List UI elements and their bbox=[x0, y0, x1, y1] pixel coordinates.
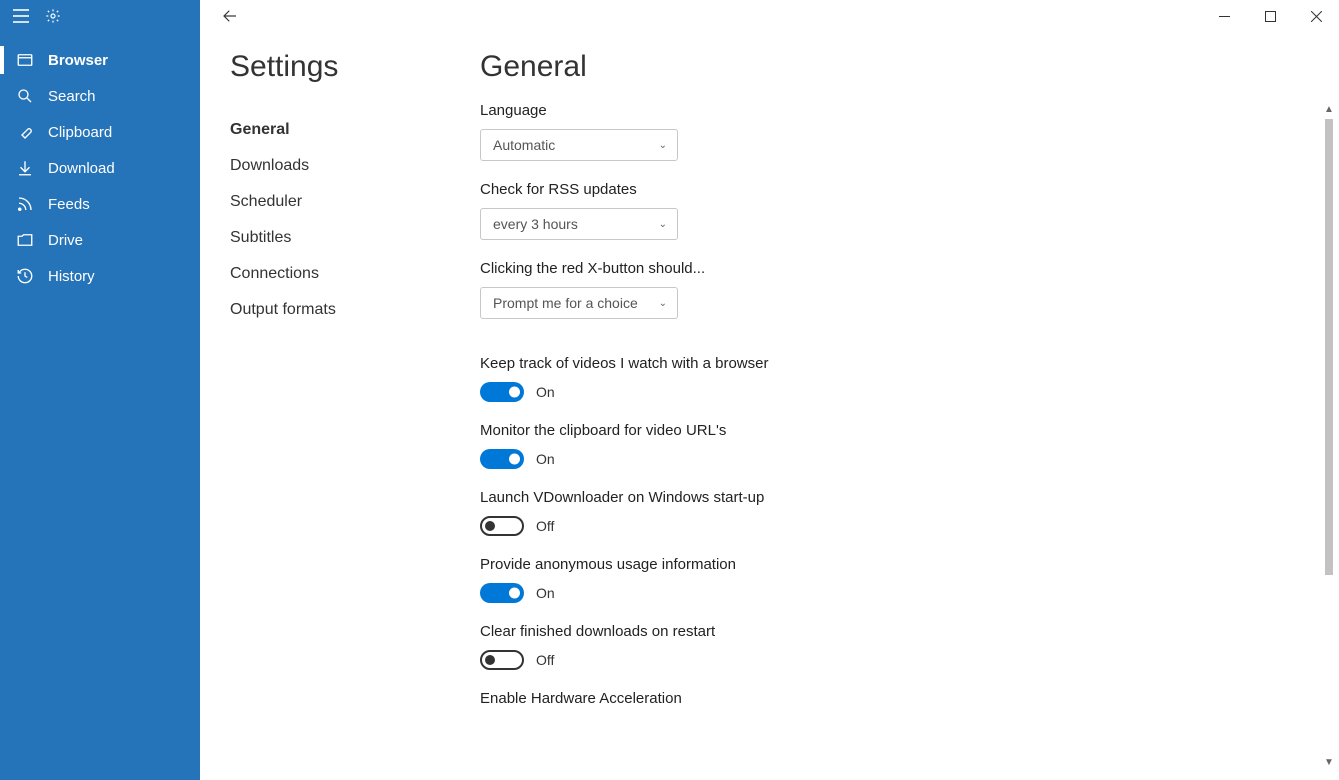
select-value: Prompt me for a choice bbox=[493, 295, 638, 311]
field-language: Language Automatic ⌄ bbox=[480, 102, 1317, 161]
field-track-browser: Keep track of videos I watch with a brow… bbox=[480, 355, 1317, 402]
settings-category-scheduler[interactable]: Scheduler bbox=[230, 184, 480, 220]
sidebar-item-label: Download bbox=[48, 160, 115, 177]
window-controls bbox=[1201, 0, 1339, 32]
select-value: every 3 hours bbox=[493, 216, 578, 232]
chevron-down-icon: ⌄ bbox=[659, 219, 667, 230]
chevron-down-icon: ⌄ bbox=[659, 298, 667, 309]
select-language[interactable]: Automatic ⌄ bbox=[480, 129, 678, 161]
sidebar-item-search[interactable]: Search bbox=[0, 78, 200, 114]
page-title: General bbox=[480, 50, 1309, 84]
sidebar-item-label: Feeds bbox=[48, 196, 90, 213]
select-rss[interactable]: every 3 hours ⌄ bbox=[480, 208, 678, 240]
titlebar bbox=[200, 0, 1339, 32]
main-area: Settings General Downloads Scheduler Sub… bbox=[200, 0, 1339, 780]
toggle-label: Provide anonymous usage information bbox=[480, 556, 1317, 573]
toggle-label: Keep track of videos I watch with a brow… bbox=[480, 355, 1317, 372]
toggle-state: On bbox=[536, 384, 555, 400]
hamburger-menu-icon[interactable] bbox=[12, 7, 30, 25]
toggle-label: Clear finished downloads on restart bbox=[480, 623, 1317, 640]
browser-icon bbox=[16, 51, 34, 69]
sidebar-item-label: History bbox=[48, 268, 95, 285]
select-value: Automatic bbox=[493, 137, 555, 153]
scroll-thumb[interactable] bbox=[1325, 119, 1333, 575]
sidebar-item-download[interactable]: Download bbox=[0, 150, 200, 186]
toggle-label: Launch VDownloader on Windows start-up bbox=[480, 489, 1317, 506]
field-anon-usage: Provide anonymous usage information On bbox=[480, 556, 1317, 603]
scroll-track[interactable] bbox=[1325, 119, 1333, 753]
toggle-track-browser[interactable] bbox=[480, 382, 524, 402]
scrollbar[interactable]: ▲ ▼ bbox=[1321, 102, 1337, 770]
field-monitor-clipboard: Monitor the clipboard for video URL's On bbox=[480, 422, 1317, 469]
chevron-down-icon: ⌄ bbox=[659, 140, 667, 151]
settings-category-connections[interactable]: Connections bbox=[230, 256, 480, 292]
field-launch-startup: Launch VDownloader on Windows start-up O… bbox=[480, 489, 1317, 536]
sidebar-item-label: Browser bbox=[48, 52, 108, 69]
minimize-button[interactable] bbox=[1201, 0, 1247, 32]
sidebar-item-feeds[interactable]: Feeds bbox=[0, 186, 200, 222]
settings-category-downloads[interactable]: Downloads bbox=[230, 148, 480, 184]
toggle-label: Enable Hardware Acceleration bbox=[480, 690, 1317, 707]
toggle-state: Off bbox=[536, 518, 554, 534]
feeds-icon bbox=[16, 195, 34, 213]
sidebar-item-drive[interactable]: Drive bbox=[0, 222, 200, 258]
settings-page-general: General Language Automatic ⌄ Che bbox=[480, 32, 1339, 780]
gear-icon[interactable] bbox=[44, 7, 62, 25]
settings-categories: Settings General Downloads Scheduler Sub… bbox=[200, 32, 480, 780]
field-close-action: Clicking the red X-button should... Prom… bbox=[480, 260, 1317, 319]
download-icon bbox=[16, 159, 34, 177]
sidebar-item-browser[interactable]: Browser bbox=[0, 42, 200, 78]
sidebar-item-history[interactable]: History bbox=[0, 258, 200, 294]
scroll-down-icon[interactable]: ▼ bbox=[1324, 755, 1334, 770]
toggle-monitor-clipboard[interactable] bbox=[480, 449, 524, 469]
field-hw-accel: Enable Hardware Acceleration bbox=[480, 690, 1317, 710]
sidebar-item-clipboard[interactable]: Clipboard bbox=[0, 114, 200, 150]
field-label-close-action: Clicking the red X-button should... bbox=[480, 260, 1317, 277]
sidebar-nav: Browser Search Clipboard Download bbox=[0, 42, 200, 294]
close-button[interactable] bbox=[1293, 0, 1339, 32]
settings-category-general[interactable]: General bbox=[230, 112, 480, 148]
settings-title: Settings bbox=[230, 50, 480, 84]
app-sidebar: Browser Search Clipboard Download bbox=[0, 0, 200, 780]
settings-category-subtitles[interactable]: Subtitles bbox=[230, 220, 480, 256]
drive-icon bbox=[16, 231, 34, 249]
field-label-language: Language bbox=[480, 102, 1317, 119]
field-rss: Check for RSS updates every 3 hours ⌄ bbox=[480, 181, 1317, 240]
toggle-state: On bbox=[536, 585, 555, 601]
back-button[interactable] bbox=[218, 4, 242, 28]
history-icon bbox=[16, 267, 34, 285]
settings-category-output-formats[interactable]: Output formats bbox=[230, 292, 480, 328]
sidebar-item-label: Drive bbox=[48, 232, 83, 249]
clipboard-icon bbox=[16, 123, 34, 141]
toggle-clear-finished[interactable] bbox=[480, 650, 524, 670]
toggle-label: Monitor the clipboard for video URL's bbox=[480, 422, 1317, 439]
toggle-state: On bbox=[536, 451, 555, 467]
sidebar-item-label: Clipboard bbox=[48, 124, 112, 141]
field-clear-finished: Clear finished downloads on restart Off bbox=[480, 623, 1317, 670]
scroll-up-icon[interactable]: ▲ bbox=[1324, 102, 1334, 117]
select-close-action[interactable]: Prompt me for a choice ⌄ bbox=[480, 287, 678, 319]
sidebar-item-label: Search bbox=[48, 88, 96, 105]
field-label-rss: Check for RSS updates bbox=[480, 181, 1317, 198]
toggle-launch-startup[interactable] bbox=[480, 516, 524, 536]
search-icon bbox=[16, 87, 34, 105]
toggle-state: Off bbox=[536, 652, 554, 668]
toggle-anon-usage[interactable] bbox=[480, 583, 524, 603]
maximize-button[interactable] bbox=[1247, 0, 1293, 32]
